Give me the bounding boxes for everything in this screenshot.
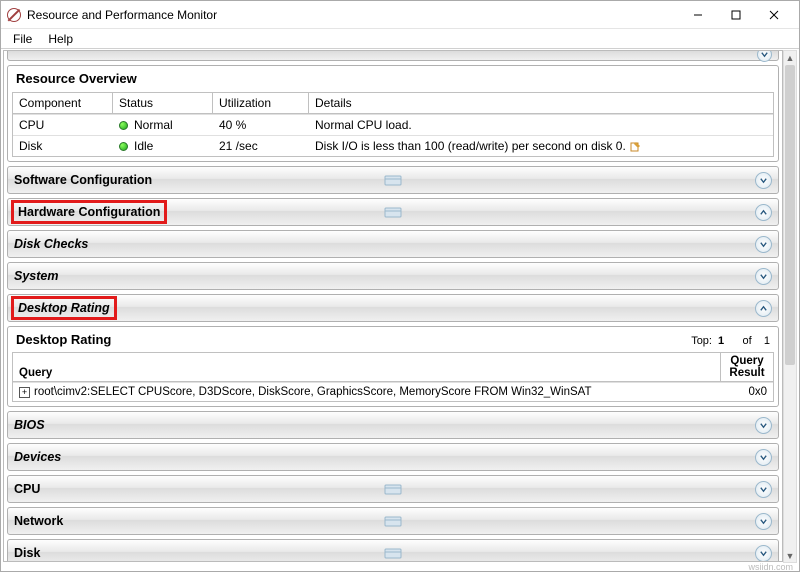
desktop-rating-panel: Desktop Rating Top: 1 of 1 Query Query R… bbox=[7, 326, 779, 407]
section-devices[interactable]: Devices bbox=[7, 443, 779, 471]
chevron-down-icon[interactable] bbox=[755, 449, 772, 466]
resource-overview-panel: Resource Overview Component Status Utili… bbox=[7, 65, 779, 162]
section-title: Disk bbox=[14, 546, 40, 560]
resource-overview-title: Resource Overview bbox=[8, 66, 778, 92]
query-text: root\cimv2:SELECT CPUScore, D3DScore, Di… bbox=[34, 386, 591, 398]
query-result: 0x0 bbox=[721, 383, 773, 401]
calendar-icon bbox=[379, 205, 407, 219]
close-button[interactable] bbox=[755, 3, 793, 27]
status-text: Idle bbox=[134, 139, 153, 153]
expand-icon[interactable]: + bbox=[19, 387, 30, 398]
titlebar: Resource and Performance Monitor bbox=[1, 1, 799, 29]
resource-overview-table: Component Status Utilization Details CPU… bbox=[12, 92, 774, 157]
chevron-down-icon[interactable] bbox=[755, 172, 772, 189]
section-title: Devices bbox=[14, 450, 61, 464]
cell-status: Idle bbox=[113, 136, 213, 156]
scroll-down-icon[interactable]: ▼ bbox=[784, 549, 796, 562]
section-title: System bbox=[14, 269, 58, 283]
window-title: Resource and Performance Monitor bbox=[27, 8, 217, 22]
table-row[interactable]: CPU Normal 40 % Normal CPU load. bbox=[13, 114, 773, 135]
section-title: Software Configuration bbox=[14, 173, 152, 187]
chevron-down-icon[interactable] bbox=[755, 268, 772, 285]
top-value: 1 bbox=[718, 335, 724, 347]
cell-utilization: 40 % bbox=[213, 115, 309, 135]
menubar: File Help bbox=[1, 29, 799, 49]
cell-details: Normal CPU load. bbox=[309, 115, 773, 135]
client-area: Performance Resource Overview Component … bbox=[3, 50, 783, 562]
section-title: Disk Checks bbox=[14, 237, 88, 251]
cell-status: Normal bbox=[113, 115, 213, 135]
cell-utilization: 21 /sec bbox=[213, 136, 309, 156]
status-text: Normal bbox=[134, 118, 173, 132]
section-title: Desktop Rating bbox=[14, 299, 114, 317]
section-hardware-configuration[interactable]: Hardware Configuration bbox=[7, 198, 779, 226]
header-query-result[interactable]: Query Result bbox=[721, 353, 773, 382]
header-component[interactable]: Component bbox=[13, 93, 113, 114]
calendar-icon bbox=[379, 514, 407, 528]
chevron-down-icon[interactable] bbox=[755, 545, 772, 562]
section-software-configuration[interactable]: Software Configuration bbox=[7, 166, 779, 194]
scroll-thumb[interactable] bbox=[785, 65, 795, 365]
calendar-icon bbox=[379, 546, 407, 560]
section-disk[interactable]: Disk bbox=[7, 539, 779, 562]
status-dot-icon bbox=[119, 142, 128, 151]
calendar-icon bbox=[379, 482, 407, 496]
edit-icon[interactable] bbox=[630, 140, 642, 152]
chevron-down-icon[interactable] bbox=[755, 236, 772, 253]
chevron-down-icon[interactable] bbox=[755, 481, 772, 498]
calendar-icon bbox=[379, 173, 407, 187]
chevron-up-icon[interactable] bbox=[755, 204, 772, 221]
menu-help[interactable]: Help bbox=[40, 30, 81, 48]
app-icon bbox=[7, 8, 21, 22]
chevron-down-icon[interactable] bbox=[757, 50, 772, 62]
maximize-button[interactable] bbox=[717, 3, 755, 27]
section-bios[interactable]: BIOS bbox=[7, 411, 779, 439]
details-text: Disk I/O is less than 100 (read/write) p… bbox=[315, 139, 626, 153]
minimize-button[interactable] bbox=[679, 3, 717, 27]
section-title: Network bbox=[14, 514, 63, 528]
panel-title: Desktop Rating bbox=[16, 332, 691, 347]
scroll-up-icon[interactable]: ▲ bbox=[784, 51, 796, 64]
header-utilization[interactable]: Utilization bbox=[213, 93, 309, 114]
section-title: BIOS bbox=[14, 418, 45, 432]
section-network[interactable]: Network bbox=[7, 507, 779, 535]
menu-file[interactable]: File bbox=[5, 30, 40, 48]
header-status[interactable]: Status bbox=[113, 93, 213, 114]
cell-component: Disk bbox=[13, 136, 113, 156]
header-query[interactable]: Query bbox=[13, 353, 721, 382]
panel-pagination: Top: 1 of 1 bbox=[691, 335, 770, 347]
cell-details: Disk I/O is less than 100 (read/write) p… bbox=[309, 136, 773, 156]
table-header: Component Status Utilization Details bbox=[13, 93, 773, 114]
table-row[interactable]: Disk Idle 21 /sec Disk I/O is less than … bbox=[13, 135, 773, 156]
watermark: wsiidn.com bbox=[748, 562, 793, 572]
query-table: Query Query Result + root\cimv2:SELECT C… bbox=[12, 352, 774, 402]
query-table-header: Query Query Result bbox=[13, 353, 773, 382]
section-title: Hardware Configuration bbox=[14, 203, 164, 221]
section-system[interactable]: System bbox=[7, 262, 779, 290]
of-label: of bbox=[742, 335, 751, 347]
section-performance[interactable]: Performance bbox=[7, 51, 779, 61]
chevron-down-icon[interactable] bbox=[755, 417, 772, 434]
status-dot-icon bbox=[119, 121, 128, 130]
chevron-up-icon[interactable] bbox=[755, 300, 772, 317]
top-label: Top: bbox=[691, 335, 712, 347]
chevron-down-icon[interactable] bbox=[755, 513, 772, 530]
section-cpu[interactable]: CPU bbox=[7, 475, 779, 503]
header-details[interactable]: Details bbox=[309, 93, 773, 114]
query-row[interactable]: + root\cimv2:SELECT CPUScore, D3DScore, … bbox=[13, 382, 773, 401]
section-desktop-rating[interactable]: Desktop Rating bbox=[7, 294, 779, 322]
section-title: CPU bbox=[14, 482, 40, 496]
cell-component: CPU bbox=[13, 115, 113, 135]
of-value: 1 bbox=[764, 335, 770, 347]
section-disk-checks[interactable]: Disk Checks bbox=[7, 230, 779, 258]
vertical-scrollbar[interactable]: ▲ ▼ bbox=[783, 50, 797, 563]
